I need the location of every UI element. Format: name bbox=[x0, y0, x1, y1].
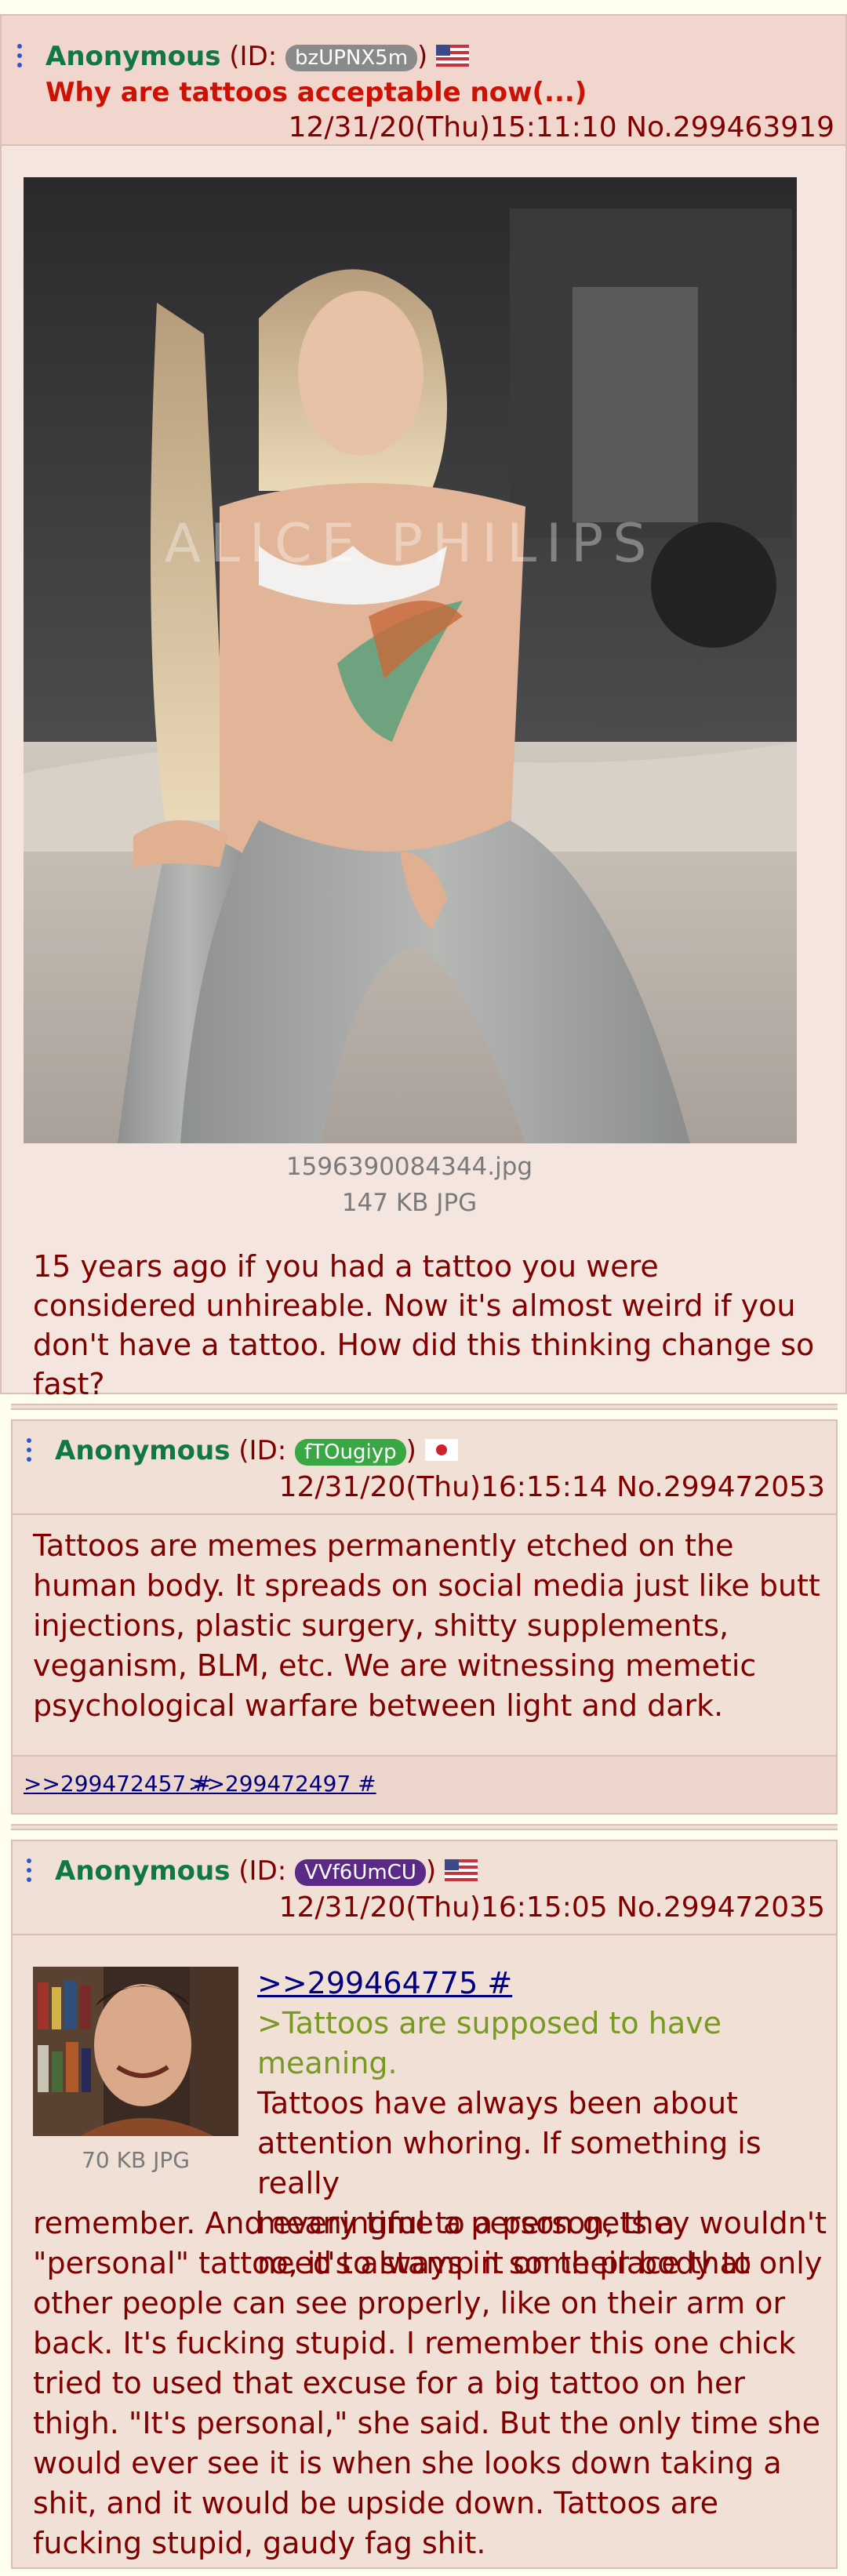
op-filename[interactable]: 1596390084344.jpg bbox=[2, 1153, 817, 1181]
us-flag-icon bbox=[444, 1855, 478, 1890]
id-suffix: ) bbox=[417, 41, 428, 72]
id-suffix: ) bbox=[405, 1435, 416, 1466]
quote-link[interactable]: >>299464775 # bbox=[257, 1966, 512, 2000]
id-prefix: (ID: bbox=[229, 41, 286, 72]
reply-thumbnail[interactable] bbox=[33, 1967, 238, 2136]
op-filesize: 147 KB JPG bbox=[341, 1189, 478, 1217]
post-separator bbox=[11, 1404, 838, 1410]
id-prefix: (ID: bbox=[238, 1435, 296, 1466]
post-menu-icon[interactable] bbox=[27, 1858, 33, 1887]
id-prefix: (ID: bbox=[238, 1855, 296, 1887]
op-comment: 15 years ago if you had a tattoo you wer… bbox=[33, 1249, 815, 1401]
op-post: Anonymous (ID: bzUPNX5m) Why are tattoos… bbox=[0, 14, 847, 1401]
backlink-1[interactable]: >>299472497 # bbox=[188, 1771, 376, 1797]
reply-poster-info: Anonymous (ID: VVf6UmCU) bbox=[55, 1854, 478, 1890]
poster-id-badge[interactable]: bzUPNX5m bbox=[285, 44, 418, 71]
reply-post: Anonymous (ID: VVf6UmCU) 12/31/20(Thu)16… bbox=[11, 1840, 838, 2569]
post-datetime-number[interactable]: 12/31/20(Thu)16:15:14 No.299472053 bbox=[279, 1471, 825, 1503]
thread-subject: Why are tattoos acceptable now(...) bbox=[45, 77, 587, 108]
op-poster-info: Anonymous (ID: bzUPNX5m) bbox=[45, 39, 470, 75]
reply-poster-info: Anonymous (ID: fTOugiyp) bbox=[55, 1433, 458, 1470]
post-separator bbox=[11, 1824, 838, 1830]
op-post-header: Anonymous (ID: bzUPNX5m) Why are tattoos… bbox=[2, 16, 845, 146]
reply-filesize: 70 KB JPG bbox=[82, 2147, 190, 2173]
post-menu-icon[interactable] bbox=[27, 1438, 33, 1466]
post-menu-icon[interactable] bbox=[17, 44, 24, 72]
poster-id-badge[interactable]: VVf6UmCU bbox=[295, 1858, 426, 1886]
reply-comment: Tattoos are memes permanently etched on … bbox=[33, 1528, 820, 1723]
comment-line: attention whoring. If something is reall… bbox=[257, 2126, 762, 2200]
reply-comment-continued: remember. And every time a person gets a… bbox=[33, 2206, 823, 2560]
comment-line: Tattoos have always been about bbox=[257, 2086, 738, 2120]
poster-name: Anonymous bbox=[55, 1435, 231, 1466]
reply-backlinks: >>299472457 # >>299472497 # bbox=[13, 1755, 836, 1813]
post-datetime-number[interactable]: 12/31/20(Thu)15:11:10 No.299463919 bbox=[289, 111, 834, 144]
id-suffix: ) bbox=[425, 1855, 437, 1887]
backlink-0[interactable]: >>299472457 # bbox=[24, 1771, 212, 1797]
post-datetime-number[interactable]: 12/31/20(Thu)16:15:05 No.299472035 bbox=[279, 1891, 825, 1924]
reply-post: Anonymous (ID: fTOugiyp) 12/31/20(Thu)16… bbox=[11, 1419, 838, 1815]
poster-name: Anonymous bbox=[45, 41, 221, 72]
us-flag-icon bbox=[436, 41, 470, 75]
jp-flag-icon bbox=[424, 1435, 458, 1470]
reply-header: Anonymous (ID: VVf6UmCU) 12/31/20(Thu)16… bbox=[13, 1841, 836, 1935]
poster-id-badge[interactable]: fTOugiyp bbox=[295, 1438, 406, 1466]
op-image[interactable]: ALICE PHILIPS bbox=[24, 177, 797, 1143]
image-watermark: ALICE PHILIPS bbox=[165, 513, 656, 575]
poster-name: Anonymous bbox=[55, 1855, 231, 1887]
reply-header: Anonymous (ID: fTOugiyp) 12/31/20(Thu)16… bbox=[13, 1421, 836, 1515]
greentext-quote: >Tattoos are supposed to have meaning. bbox=[257, 2006, 722, 2080]
